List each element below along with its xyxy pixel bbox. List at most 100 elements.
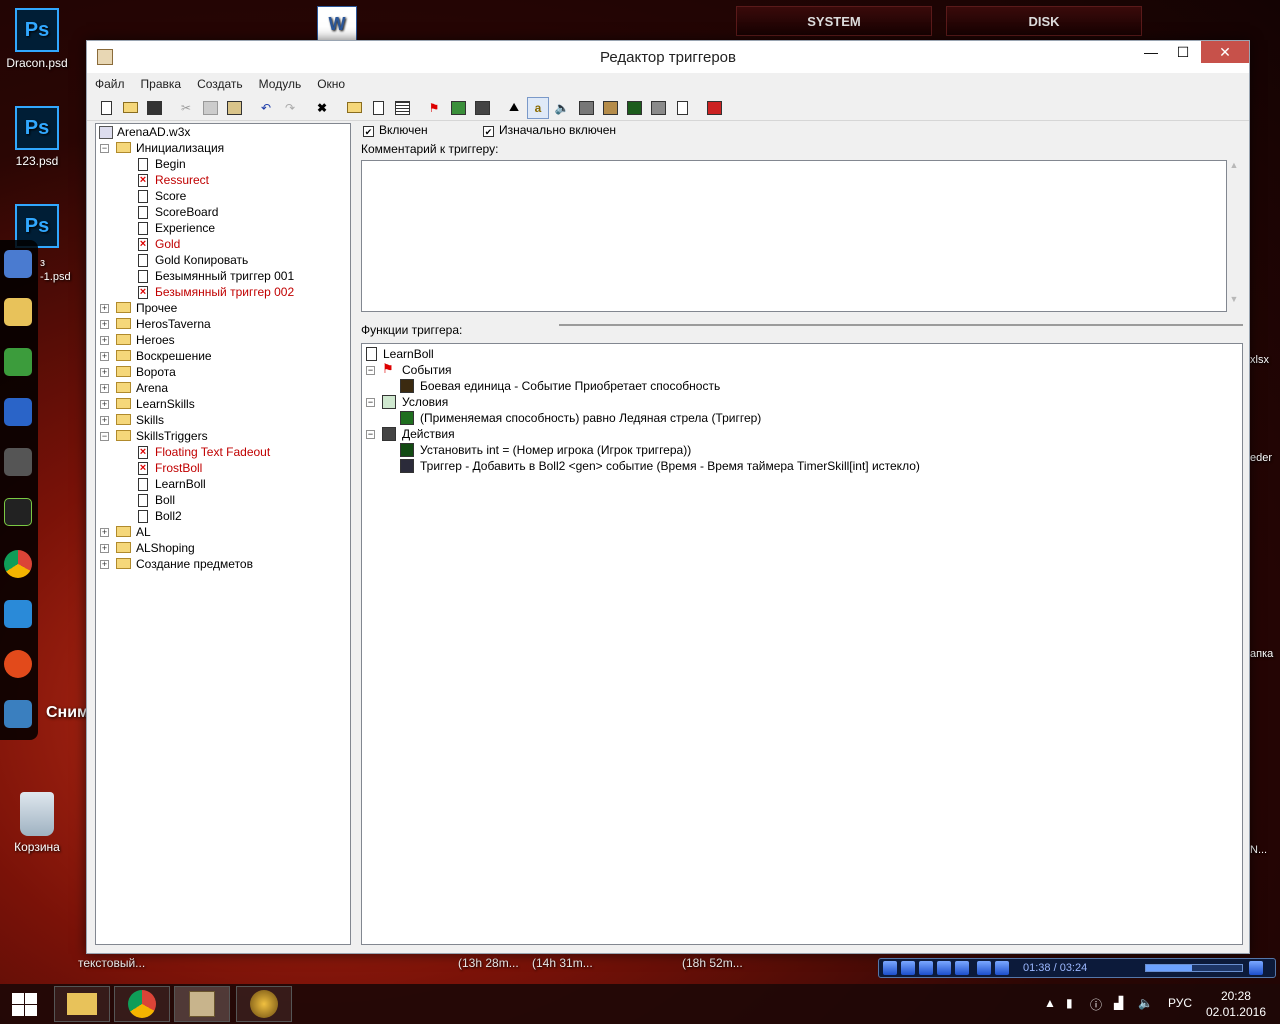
media-progress-bar[interactable] bbox=[1145, 964, 1243, 972]
tree-trigger[interactable]: LearnBoll bbox=[96, 476, 350, 492]
expand-icon[interactable]: + bbox=[100, 368, 109, 377]
pane-divider[interactable] bbox=[559, 324, 1243, 326]
object-manager-button[interactable] bbox=[647, 97, 669, 119]
trigger-editor-button[interactable]: a bbox=[527, 96, 549, 119]
collapse-icon[interactable]: − bbox=[100, 144, 109, 153]
tree-folder[interactable]: + Воскрешение bbox=[96, 348, 350, 364]
expand-icon[interactable]: + bbox=[100, 352, 109, 361]
enabled-checkbox[interactable]: ✔ Включен bbox=[363, 123, 428, 137]
menu-create[interactable]: Создать bbox=[197, 77, 243, 91]
expand-icon[interactable]: + bbox=[100, 416, 109, 425]
folder-icon[interactable] bbox=[4, 298, 32, 326]
initially-on-checkbox[interactable]: ✔ Изначально включен bbox=[483, 123, 616, 137]
tree-trigger[interactable]: Gold Копировать bbox=[96, 252, 350, 268]
expand-icon[interactable]: + bbox=[100, 336, 109, 345]
paste-button[interactable] bbox=[223, 97, 245, 119]
tray-signal-icon[interactable]: ▟ bbox=[1114, 996, 1123, 1010]
menu-module[interactable]: Модуль bbox=[259, 77, 302, 91]
expand-icon[interactable]: + bbox=[100, 528, 109, 537]
tree-trigger[interactable]: Begin bbox=[96, 156, 350, 172]
sound-editor-button[interactable]: 🔈 bbox=[551, 97, 573, 119]
expand-icon[interactable]: + bbox=[100, 560, 109, 569]
tree-folder[interactable]: + Создание предметов bbox=[96, 556, 350, 572]
new-category-button[interactable] bbox=[343, 97, 365, 119]
expand-icon[interactable]: + bbox=[100, 400, 109, 409]
tree-folder[interactable]: + ALShoping bbox=[96, 540, 350, 556]
tree-trigger[interactable]: Experience bbox=[96, 220, 350, 236]
new-condition-button[interactable] bbox=[447, 97, 469, 119]
fast-forward-icon[interactable] bbox=[955, 961, 969, 975]
import-manager-button[interactable] bbox=[671, 97, 693, 119]
tree-trigger[interactable]: × Безымянный триггер 002 bbox=[96, 284, 350, 300]
desktop-icon-123[interactable]: Ps 123.psd bbox=[2, 106, 72, 168]
tree-folder[interactable]: + LearnSkills bbox=[96, 396, 350, 412]
close-button[interactable]: ✕ bbox=[1201, 41, 1249, 63]
taskbar-warcraft[interactable] bbox=[236, 986, 292, 1022]
screenshot-icon[interactable] bbox=[4, 700, 32, 728]
tree-trigger[interactable]: Boll bbox=[96, 492, 350, 508]
desktop-icon-dracon[interactable]: Ps Dracon.psd bbox=[2, 8, 72, 70]
tree-folder[interactable]: + Прочее bbox=[96, 300, 350, 316]
tree-folder[interactable]: + AL bbox=[96, 524, 350, 540]
rewind-icon[interactable] bbox=[937, 961, 951, 975]
undo-button[interactable]: ↶ bbox=[255, 97, 277, 119]
campaign-editor-button[interactable] bbox=[599, 97, 621, 119]
pause-icon[interactable] bbox=[901, 961, 915, 975]
chrome-icon[interactable] bbox=[4, 550, 32, 578]
trigger-functions-tree[interactable]: LearnBoll − ⚑ События Боевая единица - Событ… bbox=[361, 343, 1243, 945]
comment-scrollbar[interactable]: ▲ ▼ bbox=[1227, 160, 1241, 312]
tray-language[interactable]: РУС bbox=[1168, 996, 1192, 1010]
taskbar-world-editor[interactable] bbox=[174, 986, 230, 1022]
tree-folder[interactable]: + Heroes bbox=[96, 332, 350, 348]
tray-volume-icon[interactable]: 🔈 bbox=[1138, 996, 1153, 1010]
minimize-button[interactable]: — bbox=[1135, 41, 1167, 63]
tree-folder[interactable]: + Ворота bbox=[96, 364, 350, 380]
system-tab[interactable]: SYSTEM bbox=[736, 6, 932, 36]
money-icon[interactable] bbox=[4, 448, 32, 476]
new-action-button[interactable] bbox=[471, 97, 493, 119]
title-bar[interactable]: Редактор триггеров — ☐ ✕ bbox=[87, 41, 1249, 73]
tray-chevron-icon[interactable]: ▲ bbox=[1044, 996, 1056, 1010]
new-comment-button[interactable] bbox=[391, 97, 413, 119]
start-button[interactable] bbox=[10, 992, 38, 1016]
tree-trigger[interactable]: ScoreBoard bbox=[96, 204, 350, 220]
collapse-icon[interactable]: − bbox=[366, 430, 375, 439]
tree-trigger[interactable]: Score bbox=[96, 188, 350, 204]
comment-textarea[interactable] bbox=[361, 160, 1227, 312]
tree-trigger[interactable]: × Ressurect bbox=[96, 172, 350, 188]
menu-file[interactable]: Файл bbox=[95, 77, 125, 91]
tree-trigger[interactable]: Boll2 bbox=[96, 508, 350, 524]
object-editor-button[interactable] bbox=[575, 97, 597, 119]
computer-icon[interactable] bbox=[4, 250, 32, 278]
trigger-tree[interactable]: ArenaAD.w3x − Инициализация Begin × Ressurec… bbox=[95, 123, 351, 945]
tree-trigger[interactable]: × Gold bbox=[96, 236, 350, 252]
play-icon[interactable] bbox=[883, 961, 897, 975]
delete-button[interactable]: ✖ bbox=[311, 97, 333, 119]
recorder-icon[interactable] bbox=[4, 348, 32, 376]
taskbar-chrome[interactable] bbox=[114, 986, 170, 1022]
eject-icon[interactable] bbox=[1249, 961, 1263, 975]
expand-icon[interactable]: + bbox=[100, 544, 109, 553]
taskbar-explorer[interactable] bbox=[54, 986, 110, 1022]
network-icon[interactable] bbox=[4, 398, 32, 426]
cut-button[interactable]: ✂ bbox=[175, 97, 197, 119]
collapse-icon[interactable]: − bbox=[366, 366, 375, 375]
tree-folder[interactable]: + Arena bbox=[96, 380, 350, 396]
tree-trigger[interactable]: Безымянный триггер 001 bbox=[96, 268, 350, 284]
new-event-button[interactable]: ⚑ bbox=[423, 97, 445, 119]
taskbar-clock[interactable]: 20:28 02.01.2016 bbox=[1206, 988, 1266, 1020]
tree-folder[interactable]: + HerosTaverna bbox=[96, 316, 350, 332]
terrain-editor-button[interactable]: ⛰ bbox=[503, 97, 525, 119]
v-app-icon[interactable] bbox=[4, 498, 32, 526]
desktop-icon-recycle-bin[interactable]: Корзина bbox=[2, 792, 72, 854]
tree-folder[interactable]: − Инициализация bbox=[96, 140, 350, 156]
tree-folder[interactable]: − SkillsTriggers bbox=[96, 428, 350, 444]
expand-icon[interactable]: + bbox=[100, 384, 109, 393]
redo-button[interactable]: ↷ bbox=[279, 97, 301, 119]
ai-editor-button[interactable] bbox=[623, 97, 645, 119]
music-icon[interactable] bbox=[4, 600, 32, 628]
skip-icon[interactable] bbox=[995, 961, 1009, 975]
new-map-button[interactable] bbox=[95, 97, 117, 119]
expand-icon[interactable]: + bbox=[100, 304, 109, 313]
flash-icon[interactable] bbox=[4, 650, 32, 678]
